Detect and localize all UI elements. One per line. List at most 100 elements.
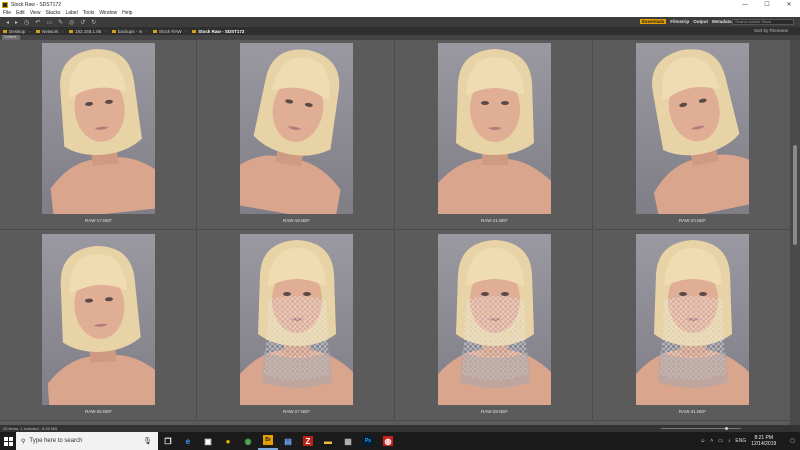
breadcrumb-item[interactable]: Network › bbox=[36, 29, 63, 34]
breadcrumb-label: Stock Raw - SDST172 bbox=[198, 28, 245, 34]
eye bbox=[303, 292, 311, 296]
thumbnail-caption: RAW-25.NEF bbox=[84, 409, 112, 414]
thumbnail-cell[interactable]: RAW-29.NEF bbox=[396, 231, 593, 421]
chevron-up-icon[interactable]: ˄ bbox=[710, 438, 713, 444]
menu-window[interactable]: Window bbox=[99, 10, 117, 16]
portrait-photo bbox=[240, 43, 353, 214]
language-indicator[interactable]: ENG bbox=[735, 438, 746, 444]
rotate-left-icon[interactable]: ↺ bbox=[80, 19, 85, 26]
menu-file[interactable]: File bbox=[3, 10, 11, 16]
system-tray: ☺ ˄ ▭ ♪ ENG 8:21 PM 12/14/2019 ▢ bbox=[700, 432, 800, 450]
filezilla-icon[interactable]: Z bbox=[298, 432, 318, 450]
menu-view[interactable]: View bbox=[30, 10, 41, 16]
workspace-metadata[interactable]: Metadata bbox=[712, 19, 732, 24]
store-icon-glyph: ▣ bbox=[204, 436, 212, 446]
slider-knob[interactable] bbox=[725, 427, 728, 430]
boomerang-icon[interactable]: ↶ bbox=[35, 19, 40, 26]
eye bbox=[481, 292, 489, 296]
people-icon[interactable]: ☺ bbox=[700, 438, 705, 444]
breadcrumb-label: 192.168.1.86 bbox=[75, 28, 102, 34]
sort-dropdown[interactable]: Sort by Filename bbox=[754, 28, 788, 33]
network-icon[interactable]: ▭ bbox=[718, 438, 723, 444]
breadcrumb-item[interactable]: 192.168.1.86 › bbox=[69, 29, 106, 34]
maximize-icon[interactable]: ☐ bbox=[756, 0, 778, 9]
bridge-icon[interactable]: Br bbox=[258, 432, 278, 450]
workspace-essentials[interactable]: Essentials bbox=[640, 19, 667, 24]
clock-date: 12/14/2019 bbox=[751, 441, 777, 447]
thumbnail-size-slider[interactable] bbox=[655, 427, 755, 430]
browser-icon[interactable]: ◉ bbox=[238, 432, 258, 450]
task-view-icon[interactable]: ❐ bbox=[158, 432, 178, 450]
thumbnail-image[interactable] bbox=[240, 43, 353, 214]
breadcrumb-item[interactable]: Stock RAW › bbox=[152, 29, 186, 34]
menu-edit[interactable]: Edit bbox=[16, 10, 25, 16]
thumbnail-image[interactable] bbox=[636, 43, 749, 214]
thumbnail-cell[interactable]: RAW-27.NEF bbox=[198, 231, 395, 421]
explorer-icon[interactable]: ▤ bbox=[278, 432, 298, 450]
breadcrumb-item-current[interactable]: Stock Raw - SDST172 bbox=[192, 29, 244, 34]
network-icon bbox=[36, 29, 41, 33]
portrait-photo bbox=[636, 234, 749, 405]
thumbnail-image[interactable] bbox=[42, 234, 155, 405]
forward-icon[interactable]: ▸ bbox=[15, 19, 18, 26]
rotate-right-icon[interactable]: ↻ bbox=[91, 19, 96, 26]
workspace-output[interactable]: Output bbox=[693, 19, 708, 24]
open-in-raw-icon[interactable]: ◎ bbox=[69, 19, 74, 26]
refine-icon[interactable]: ✎ bbox=[58, 19, 63, 26]
edge-icon[interactable]: e bbox=[178, 432, 198, 450]
task-view-icon-glyph: ❐ bbox=[164, 436, 172, 446]
taskbar-search-box[interactable]: ⚲ Type here to search 🎙 bbox=[16, 432, 158, 450]
menu-tools[interactable]: Tools bbox=[83, 10, 95, 16]
thumbnail-caption: RAW-23.NEF bbox=[678, 218, 706, 223]
close-icon[interactable]: ✕ bbox=[778, 0, 800, 9]
portrait-photo bbox=[438, 43, 551, 214]
back-icon[interactable]: ◂ bbox=[6, 19, 9, 26]
menu-label[interactable]: Label bbox=[65, 10, 77, 16]
grid-scrollbar[interactable] bbox=[790, 40, 800, 425]
thumbnail-cell[interactable]: RAW-21.NEF bbox=[396, 40, 593, 230]
microphone-icon[interactable]: 🎙 bbox=[143, 437, 152, 445]
clock[interactable]: 8:21 PM 12/14/2019 bbox=[751, 435, 776, 447]
browser-icon-glyph: ◉ bbox=[244, 436, 252, 446]
thumbnail-caption: RAW-19.NEF bbox=[282, 218, 310, 223]
photoshop-icon[interactable]: Ps bbox=[358, 432, 378, 450]
start-button[interactable] bbox=[0, 432, 16, 450]
thumbnail-cell[interactable]: RAW-25.NEF bbox=[0, 231, 197, 421]
chrome-icon[interactable]: ● bbox=[218, 432, 238, 450]
get-photos-icon[interactable]: ▭ bbox=[46, 19, 52, 26]
store-icon[interactable]: ▣ bbox=[198, 432, 218, 450]
volume-icon[interactable]: ♪ bbox=[728, 438, 731, 444]
workspace-filmstrip[interactable]: Filmstrip bbox=[670, 19, 689, 24]
bridge-app-icon bbox=[2, 1, 8, 8]
minimize-icon[interactable]: — bbox=[734, 0, 756, 9]
breadcrumb-item[interactable]: Desktop › bbox=[3, 29, 30, 34]
thumbnail-cell[interactable]: RAW-19.NEF bbox=[198, 40, 395, 230]
portrait-photo bbox=[636, 43, 749, 214]
thumbnail-image[interactable] bbox=[240, 234, 353, 405]
scrollbar-thumb[interactable] bbox=[793, 145, 797, 245]
search-input[interactable]: Search Adobe Stock bbox=[732, 19, 794, 25]
taskbar-search-placeholder: Type here to search bbox=[29, 438, 83, 444]
status-bar: 26 items, 1 selected - 8.00 MB bbox=[0, 425, 800, 432]
thumbnail-caption: RAW-17.NEF bbox=[84, 218, 112, 223]
thumbnail-image[interactable] bbox=[42, 43, 155, 214]
breadcrumb-separator: › bbox=[145, 28, 147, 34]
portrait-photo bbox=[438, 234, 551, 405]
folder-icon bbox=[111, 29, 116, 33]
thumbnail-cell[interactable]: RAW-23.NEF bbox=[594, 40, 791, 230]
thumbnail-cell[interactable]: RAW-17.NEF bbox=[0, 40, 197, 230]
app-red-icon[interactable]: ◍ bbox=[378, 432, 398, 450]
eye bbox=[481, 101, 489, 105]
thumbnail-image[interactable] bbox=[438, 43, 551, 214]
notification-icon[interactable]: ▢ bbox=[790, 438, 795, 444]
breadcrumb-item[interactable]: backups - m › bbox=[111, 28, 147, 34]
thumbnail-cell[interactable]: RAW-31.NEF bbox=[594, 231, 791, 421]
folder-icon[interactable]: ▬ bbox=[318, 432, 338, 450]
eye bbox=[501, 101, 509, 105]
recent-icon[interactable]: ◷ bbox=[24, 19, 29, 26]
calculator-icon[interactable]: ▦ bbox=[338, 432, 358, 450]
menu-stacks[interactable]: Stacks bbox=[45, 10, 60, 16]
thumbnail-image[interactable] bbox=[636, 234, 749, 405]
menu-help[interactable]: Help bbox=[122, 10, 132, 16]
thumbnail-image[interactable] bbox=[438, 234, 551, 405]
